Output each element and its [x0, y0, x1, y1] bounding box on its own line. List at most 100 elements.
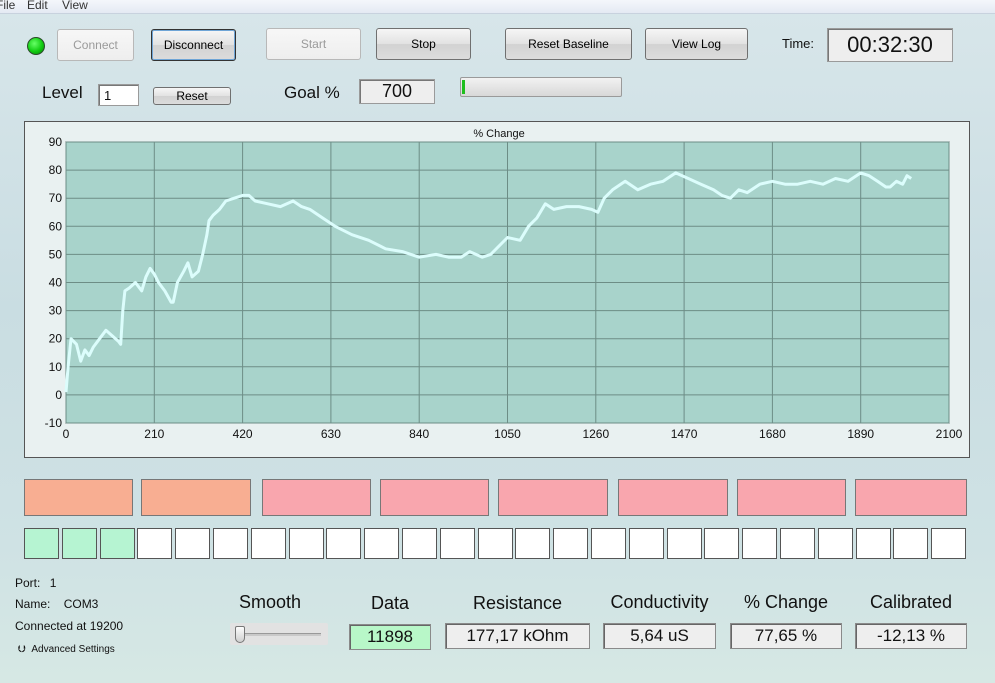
progress-square	[742, 528, 777, 559]
y-tick-label: 90	[49, 135, 63, 149]
goal-progress-bar	[460, 77, 622, 97]
y-tick-label: 20	[49, 332, 63, 346]
y-tick-label: 50	[49, 247, 63, 261]
progress-square	[780, 528, 815, 559]
y-tick-label: 40	[49, 276, 63, 290]
y-tick-label: 70	[49, 191, 63, 205]
view-log-button[interactable]: View Log	[645, 28, 748, 60]
start-button[interactable]: Start	[266, 28, 361, 60]
data-label: Data	[370, 593, 410, 613]
progress-square	[553, 528, 588, 559]
smooth-label: Smooth	[238, 592, 302, 612]
connection-status-led	[27, 37, 45, 55]
y-tick-label: 10	[49, 360, 63, 374]
level-tile	[141, 479, 251, 516]
advanced-settings-toggle[interactable]: ⮋ Advanced Settings	[18, 644, 115, 655]
progress-square	[24, 528, 59, 559]
progress-square	[326, 528, 361, 559]
chart-panel: % Change 0 210 420 630 840 1050 1260 1470 1680 18…	[24, 121, 970, 458]
progress-square	[100, 528, 135, 559]
x-tick-label: 1680	[759, 427, 786, 441]
menu-file[interactable]: File	[0, 0, 15, 12]
x-tick-label: 210	[144, 427, 164, 441]
level-tile	[618, 479, 728, 516]
menu-edit[interactable]: Edit	[27, 0, 48, 12]
name-row: Name: COM3	[15, 597, 98, 611]
y-tick-label: 60	[49, 219, 63, 233]
progress-square	[818, 528, 853, 559]
progress-square	[175, 528, 210, 559]
chart-title: % Change	[473, 128, 524, 140]
port-row: Port: 1	[15, 576, 56, 590]
name-value: COM3	[63, 597, 99, 611]
name-label: Name:	[15, 597, 51, 611]
reset-baseline-button[interactable]: Reset Baseline	[505, 28, 632, 60]
progress-square	[440, 528, 475, 559]
x-tick-label: 420	[233, 427, 253, 441]
level-label: Level	[42, 83, 83, 102]
double-chevron-down-icon: ⮋	[18, 644, 26, 655]
level-input[interactable]: 1	[98, 84, 139, 106]
progress-square	[704, 528, 739, 559]
port-label: Port:	[15, 576, 41, 590]
smooth-slider-track	[239, 633, 321, 636]
port-value: 1	[49, 576, 57, 590]
progress-square	[251, 528, 286, 559]
progress-square	[667, 528, 702, 559]
progress-square	[893, 528, 928, 559]
progress-square	[515, 528, 550, 559]
connect-button[interactable]: Connect	[57, 29, 134, 61]
progress-square	[856, 528, 891, 559]
progress-square	[137, 528, 172, 559]
calibrated-value: -12,13 %	[855, 623, 967, 649]
calibrated-label: Calibrated	[869, 592, 953, 612]
menu-bar: File Edit View	[0, 0, 995, 14]
x-tick-label: 1260	[582, 427, 609, 441]
level-tile	[262, 479, 371, 516]
time-label: Time:	[782, 36, 815, 51]
stop-button[interactable]: Stop	[376, 28, 471, 60]
progress-square	[478, 528, 513, 559]
level-tile	[24, 479, 133, 516]
smooth-slider[interactable]	[230, 623, 328, 645]
percent-change-label: % Change	[743, 592, 829, 612]
level-tile	[498, 479, 608, 516]
x-tick-label: 840	[409, 427, 429, 441]
x-tick-label: 1050	[494, 427, 521, 441]
resistance-value: 177,17 kOhm	[445, 623, 590, 649]
progress-square	[629, 528, 664, 559]
goal-value: 700	[359, 79, 435, 104]
progress-square	[402, 528, 437, 559]
disconnect-button[interactable]: Disconnect	[151, 29, 236, 61]
progress-square	[364, 528, 399, 559]
time-display: 00:32:30	[827, 28, 953, 62]
conductivity-label: Conductivity	[610, 592, 709, 612]
conductivity-value: 5,64 uS	[603, 623, 716, 649]
smooth-slider-thumb[interactable]	[235, 626, 245, 643]
level-tile	[737, 479, 846, 516]
x-tick-label: 1470	[671, 427, 698, 441]
progress-square	[931, 528, 966, 559]
x-tick-label: 630	[321, 427, 341, 441]
resistance-label: Resistance	[472, 593, 563, 613]
percent-change-value: 77,65 %	[730, 623, 842, 649]
y-tick-label: 0	[55, 388, 62, 402]
x-tick-label: 2100	[936, 427, 963, 441]
x-tick-label: 1890	[847, 427, 874, 441]
progress-square	[62, 528, 97, 559]
data-value: 11898	[349, 624, 431, 650]
goal-progress-fill	[462, 80, 465, 94]
x-tick-label: 0	[63, 427, 70, 441]
y-tick-label: -10	[45, 416, 63, 430]
goal-label: Goal %	[284, 83, 340, 102]
percent-change-chart: % Change 0 210 420 630 840 1050 1260 1470 1680 18…	[45, 128, 963, 441]
level-tile	[380, 479, 489, 516]
level-reset-button[interactable]: Reset	[153, 87, 231, 105]
connection-status-text: Connected at 19200	[15, 619, 124, 633]
menu-view[interactable]: View	[62, 0, 88, 12]
y-tick-label: 80	[49, 163, 63, 177]
advanced-settings-label: Advanced Settings	[31, 644, 115, 655]
level-tile	[855, 479, 967, 516]
progress-square	[213, 528, 248, 559]
progress-square	[289, 528, 324, 559]
